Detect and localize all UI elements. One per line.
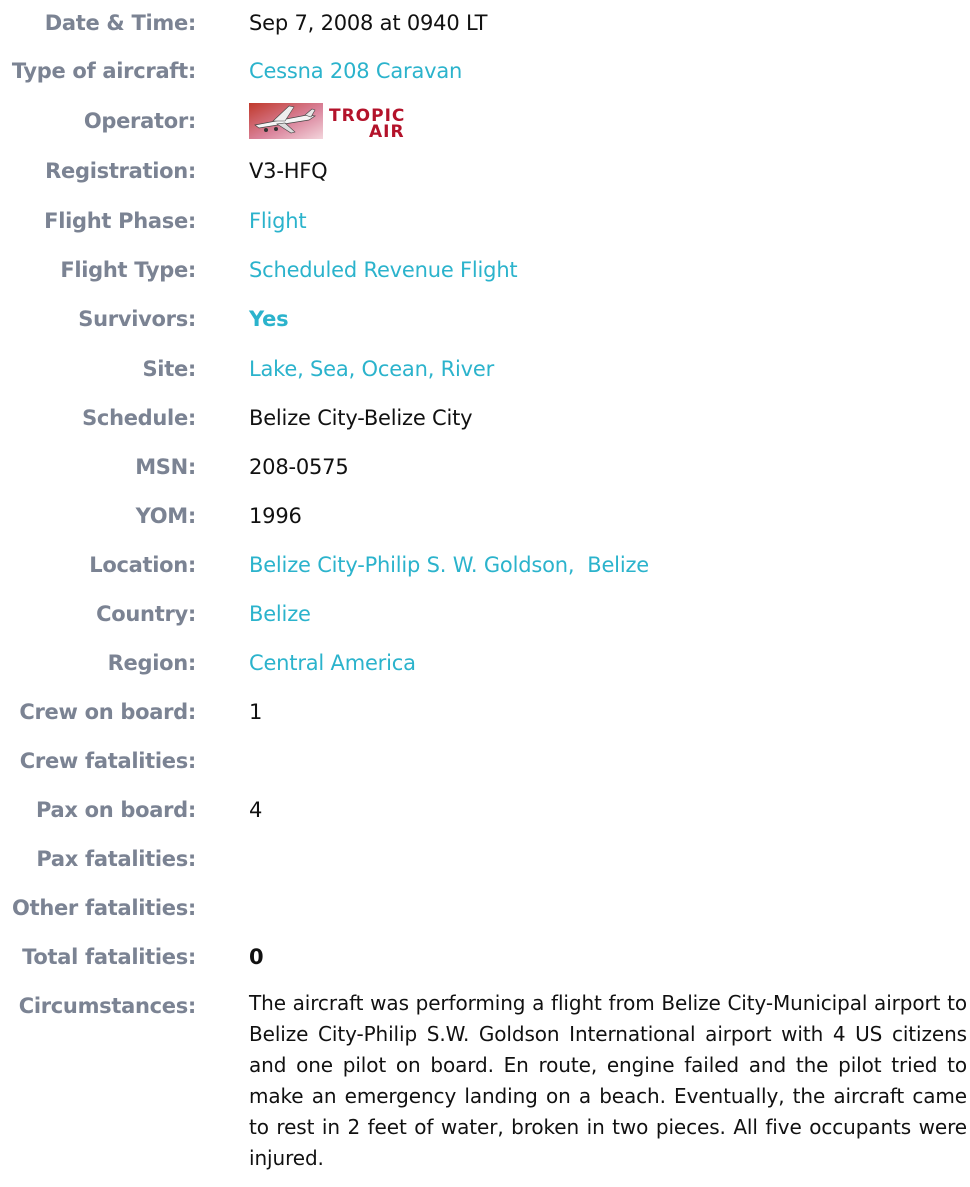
circumstances-text: The aircraft was performing a flight fro… bbox=[249, 991, 967, 1170]
yom-label: YOM: bbox=[135, 504, 197, 528]
row-date-time: Date & Time: Sep 7, 2008 at 0940 LT bbox=[0, 3, 970, 43]
msn-value: 208-0575 bbox=[249, 455, 349, 479]
row-survivors: Survivors: Yes bbox=[0, 299, 970, 339]
msn-label: MSN: bbox=[135, 455, 196, 479]
row-aircraft-type: Type of aircraft: Cessna 208 Caravan bbox=[0, 51, 970, 91]
row-operator: Operator: bbox=[0, 101, 970, 141]
survivors-value[interactable]: Yes bbox=[249, 299, 289, 339]
pax-on-board-value: 4 bbox=[249, 798, 263, 822]
country-label: Country: bbox=[96, 602, 196, 626]
row-pax-fatalities: Pax fatalities: bbox=[0, 839, 970, 879]
yom-value: 1996 bbox=[249, 504, 302, 528]
total-fatalities-value: 0 bbox=[249, 945, 264, 969]
operator-logo[interactable]: TROPIC AIR bbox=[249, 101, 429, 141]
row-registration: Registration: V3-HFQ bbox=[0, 151, 970, 191]
flight-type-label: Flight Type: bbox=[60, 258, 196, 282]
survivors-label: Survivors: bbox=[78, 307, 196, 331]
aircraft-type-link[interactable]: Cessna 208 Caravan bbox=[249, 51, 462, 91]
pax-fatalities-label: Pax fatalities: bbox=[36, 847, 196, 871]
row-region: Region: Central America bbox=[0, 643, 970, 683]
row-total-fatalities: Total fatalities: 0 bbox=[0, 937, 970, 977]
site-link[interactable]: Lake, Sea, Ocean, River bbox=[249, 349, 494, 389]
crew-fatalities-label: Crew fatalities: bbox=[19, 749, 197, 773]
logo-text-bottom: AIR bbox=[369, 122, 405, 141]
row-crew-fatalities: Crew fatalities: bbox=[0, 741, 970, 781]
crew-on-board-value: 1 bbox=[249, 700, 263, 724]
row-yom: YOM: 1996 bbox=[0, 496, 970, 536]
row-msn: MSN: 208-0575 bbox=[0, 447, 970, 487]
flight-phase-link[interactable]: Flight bbox=[249, 201, 307, 241]
row-site: Site: Lake, Sea, Ocean, River bbox=[0, 349, 970, 389]
row-other-fatalities: Other fatalities: bbox=[0, 888, 970, 928]
row-flight-phase: Flight Phase: Flight bbox=[0, 201, 970, 241]
circumstances-label: Circumstances: bbox=[18, 994, 197, 1018]
pax-on-board-label: Pax on board: bbox=[35, 798, 196, 822]
date-time-value: Sep 7, 2008 at 0940 LT bbox=[249, 11, 488, 35]
row-crew-on-board: Crew on board: 1 bbox=[0, 692, 970, 732]
other-fatalities-label: Other fatalities: bbox=[12, 896, 196, 920]
row-pax-on-board: Pax on board: 4 bbox=[0, 790, 970, 830]
row-country: Country: Belize bbox=[0, 594, 970, 634]
flight-type-link[interactable]: Scheduled Revenue Flight bbox=[249, 250, 518, 290]
registration-label: Registration: bbox=[45, 159, 196, 183]
location-label: Location: bbox=[89, 553, 196, 577]
date-time-label: Date & Time: bbox=[44, 11, 197, 35]
region-link[interactable]: Central America bbox=[249, 643, 416, 683]
row-location: Location: Belize City-Philip S. W. Golds… bbox=[0, 545, 970, 585]
aircraft-type-label: Type of aircraft: bbox=[11, 59, 196, 83]
region-label: Region: bbox=[107, 651, 197, 675]
schedule-label: Schedule: bbox=[82, 406, 196, 430]
flight-phase-label: Flight Phase: bbox=[44, 209, 196, 233]
total-fatalities-label: Total fatalities: bbox=[22, 945, 196, 969]
operator-label: Operator: bbox=[83, 109, 196, 133]
schedule-value: Belize City-Belize City bbox=[249, 406, 473, 430]
crew-on-board-label: Crew on board: bbox=[19, 700, 196, 724]
row-flight-type: Flight Type: Scheduled Revenue Flight bbox=[0, 250, 970, 290]
location-link[interactable]: Belize City-Philip S. W. Goldson, Belize bbox=[249, 545, 649, 585]
country-link[interactable]: Belize bbox=[249, 594, 311, 634]
registration-value: V3-HFQ bbox=[249, 159, 328, 183]
row-schedule: Schedule: Belize City-Belize City bbox=[0, 398, 970, 438]
site-label: Site: bbox=[142, 357, 196, 381]
